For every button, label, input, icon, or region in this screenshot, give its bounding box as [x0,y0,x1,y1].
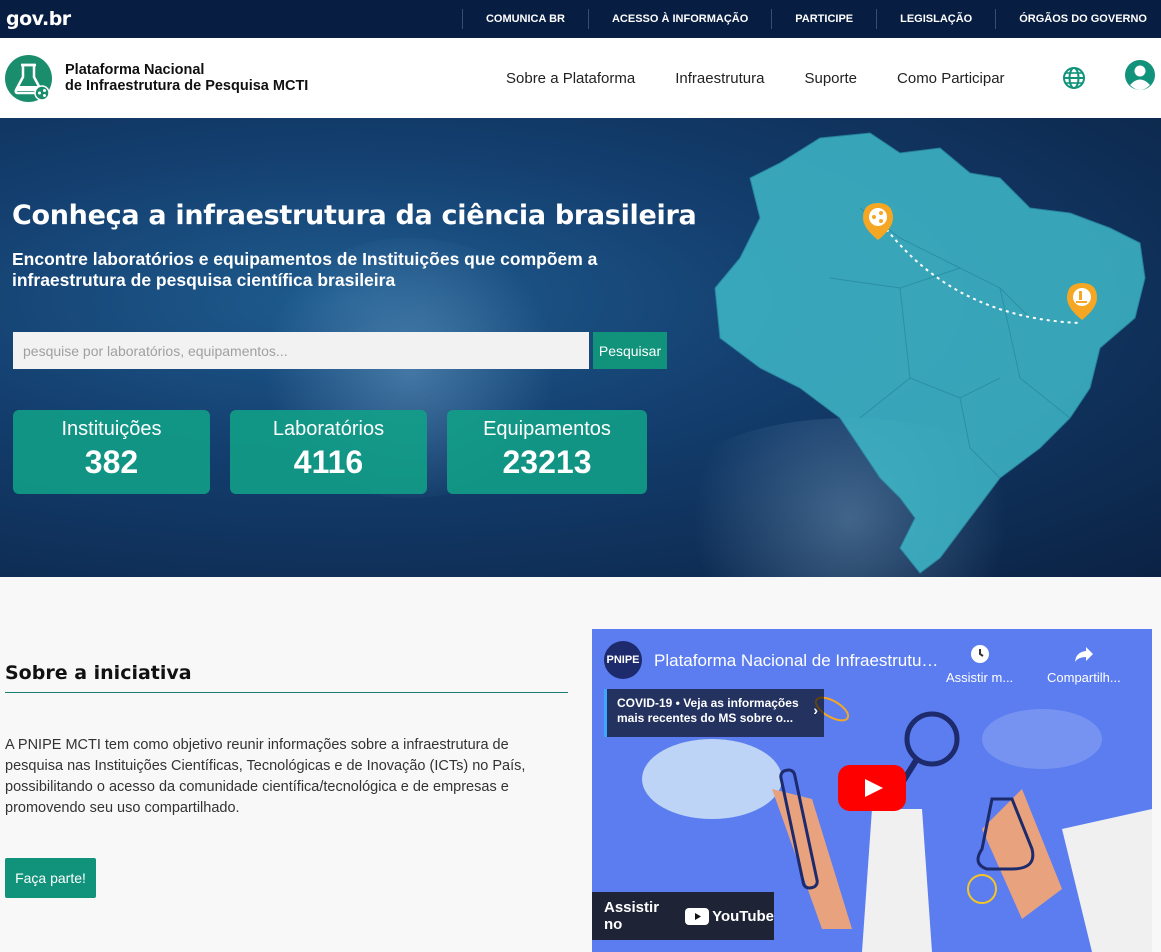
govbr-logo[interactable]: gov.br [6,8,71,30]
youtube-video[interactable]: PNIPE Plataforma Nacional de Infraestrut… [592,629,1152,952]
clock-icon [946,643,1013,668]
watch-later-label: Assistir m... [946,670,1014,685]
stat-laboratorios[interactable]: Laboratórios 4116 [230,410,427,494]
covid-info-panel[interactable]: COVID-19 • Veja as informações mais rece… [604,689,824,737]
watch-on-label: Assistir no [604,899,660,933]
search-input[interactable] [13,332,589,369]
nav-como-participar[interactable]: Como Participar [897,70,1005,87]
gov-link-legislacao[interactable]: LEGISLAÇÃO [876,9,995,29]
hero-title: Conheça a infraestrutura da ciência bras… [12,200,697,231]
stat-value: 4116 [293,444,364,480]
video-title[interactable]: Plataforma Nacional de Infraestrutura de… [654,651,944,671]
watch-on-youtube[interactable]: Assistir no YouTube [592,892,774,940]
gov-link-acesso[interactable]: ACESSO À INFORMAÇÃO [587,9,771,29]
nav-infraestrutura[interactable]: Infraestrutura [675,70,764,87]
join-button[interactable]: Faça parte! [5,858,96,898]
brand-name: Plataforma Nacional de Infraestrutura de… [65,62,308,94]
brand-line-1: Plataforma Nacional [65,62,205,78]
gov-link-participe[interactable]: PARTICIPE [771,9,876,29]
youtube-logo-icon: YouTube [685,907,774,925]
about-text: A PNIPE MCTI tem como objetivo reunir in… [5,737,526,816]
main-nav: Sobre a Plataforma Infraestrutura Suport… [506,38,1045,118]
user-icon[interactable] [1124,59,1156,96]
nav-suporte[interactable]: Suporte [804,70,857,87]
share-button[interactable]: Compartilh... [1047,643,1121,685]
main-header: Plataforma Nacional de Infraestrutura de… [0,38,1161,118]
youtube-wordmark: YouTube [712,907,774,925]
stat-label: Laboratórios [272,418,385,440]
share-arrow-icon [1047,643,1121,668]
flask-logo-icon [5,54,52,102]
stat-equipamentos[interactable]: Equipamentos 23213 [447,410,647,494]
stat-value: 23213 [502,444,592,480]
chevron-right-icon: › [813,702,818,718]
stat-instituicoes[interactable]: Instituições 382 [13,410,210,494]
brand[interactable]: Plataforma Nacional de Infraestrutura de… [0,54,308,102]
channel-avatar[interactable]: PNIPE [604,641,642,679]
hero-subtitle: Encontre laboratórios e equipamentos de … [12,249,598,290]
about-divider [5,692,568,693]
watch-later-button[interactable]: Assistir m... [946,643,1013,685]
nav-sobre[interactable]: Sobre a Plataforma [506,70,635,87]
gov-bar: gov.br COMUNICA BR ACESSO À INFORMAÇÃO P… [0,0,1161,38]
stat-label: Equipamentos [483,418,611,440]
share-label: Compartilh... [1047,670,1121,685]
about-title: Sobre a iniciativa [5,662,192,684]
play-button[interactable] [838,765,906,811]
stat-label: Instituições [61,418,162,440]
stat-value: 382 [84,444,139,480]
gov-link-orgaos[interactable]: ÓRGÃOS DO GOVERNO [995,9,1161,29]
gov-links: COMUNICA BR ACESSO À INFORMAÇÃO PARTICIP… [461,0,1161,38]
brand-line-2: de Infraestrutura de Pesquisa MCTI [65,78,309,94]
brazil-map [714,132,1146,574]
covid-text: COVID-19 • Veja as informações mais rece… [617,696,799,725]
globe-icon[interactable] [1062,66,1086,95]
hero-banner: Conheça a infraestrutura da ciência bras… [0,118,1161,577]
search-button[interactable]: Pesquisar [593,332,667,369]
gov-link-comunica[interactable]: COMUNICA BR [461,9,588,29]
